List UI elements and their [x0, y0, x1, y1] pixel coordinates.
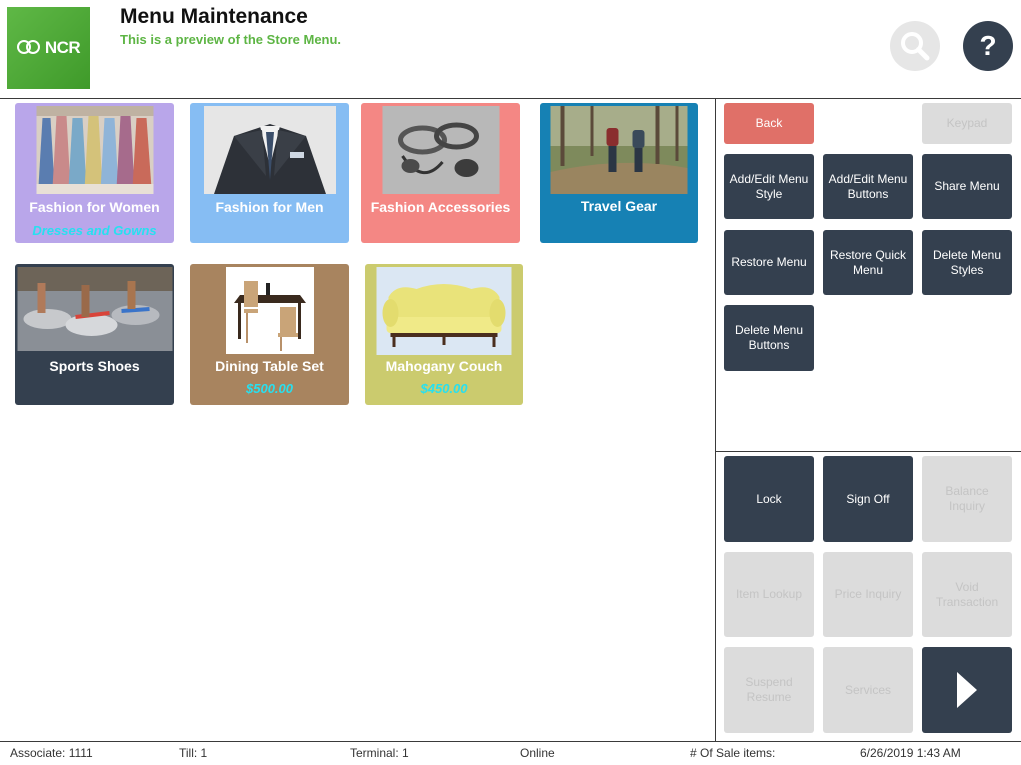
tile-label: Sports Shoes	[49, 358, 140, 374]
sign-off-button[interactable]: Sign Off	[823, 456, 913, 542]
restore-menu-button[interactable]: Restore Menu	[724, 230, 814, 295]
couch-image	[376, 267, 512, 355]
tile-travel-gear[interactable]: Travel Gear	[540, 103, 698, 243]
tile-sports-shoes[interactable]: Sports Shoes	[15, 264, 174, 405]
header: NCR Menu Maintenance This is a preview o…	[0, 0, 1021, 99]
item-lookup-button[interactable]: Item Lookup	[724, 552, 814, 637]
restore-quick-menu-button[interactable]: Restore Quick Menu	[823, 230, 913, 295]
help-button[interactable]: ?	[963, 21, 1013, 71]
ncr-rings-icon	[16, 40, 43, 56]
search-icon	[901, 32, 930, 61]
tile-price: $450.00	[420, 381, 468, 396]
share-menu-button[interactable]: Share Menu	[922, 154, 1012, 219]
suspend-resume-button[interactable]: Suspend Resume	[724, 647, 814, 733]
void-transaction-button[interactable]: Void Transaction	[922, 552, 1012, 637]
logo-text: NCR	[44, 38, 81, 57]
delete-menu-buttons-button[interactable]: Delete Menu Buttons	[724, 305, 814, 371]
page-title: Menu Maintenance	[120, 5, 308, 28]
tile-fashion-accessories[interactable]: Fashion Accessories	[361, 103, 520, 243]
search-button[interactable]	[890, 21, 940, 71]
terminal-status: Terminal: 1	[350, 746, 409, 760]
shoes-image	[17, 267, 172, 351]
dining-table-image	[225, 267, 314, 354]
add-edit-menu-style-button[interactable]: Add/Edit Menu Style	[724, 154, 814, 219]
tile-label: Fashion for Women	[29, 199, 160, 215]
hikers-image	[550, 106, 688, 194]
date-time: 6/26/2019 1:43 AM	[860, 746, 961, 760]
play-arrow-icon	[957, 672, 977, 708]
tile-subtitle: Dresses and Gowns	[32, 223, 157, 238]
jewelry-image	[382, 106, 499, 194]
tile-price: $500.00	[246, 381, 293, 396]
tile-mahogany-couch[interactable]: Mahogany Couch $450.00	[365, 264, 523, 405]
next-page-button[interactable]	[922, 647, 1012, 733]
page-subtitle: This is a preview of the Store Menu.	[120, 32, 342, 47]
tile-label: Dining Table Set	[215, 358, 324, 374]
status-divider	[0, 741, 1021, 742]
lock-button[interactable]: Lock	[724, 456, 814, 542]
price-inquiry-button[interactable]: Price Inquiry	[823, 552, 913, 637]
tile-fashion-for-women[interactable]: Fashion for Women Dresses and Gowns	[15, 103, 174, 243]
menu-preview-area: Fashion for Women Dresses and Gowns Fash…	[0, 99, 715, 741]
balance-inquiry-button[interactable]: Balance Inquiry	[922, 456, 1012, 542]
connection-status: Online	[520, 746, 555, 760]
ncr-logo: NCR	[7, 7, 90, 89]
back-button[interactable]: Back	[724, 103, 814, 144]
suit-image	[203, 106, 336, 194]
tile-label: Fashion for Men	[215, 199, 324, 215]
tile-label: Mahogany Couch	[385, 358, 503, 374]
help-icon: ?	[979, 30, 997, 61]
add-edit-menu-buttons-button[interactable]: Add/Edit Menu Buttons	[823, 154, 913, 219]
tile-dining-table-set[interactable]: Dining Table Set $500.00	[190, 264, 349, 405]
panel-divider	[716, 451, 1021, 452]
sale-items-count: # Of Sale items:	[690, 746, 776, 760]
till-status: Till: 1	[179, 746, 208, 760]
services-button[interactable]: Services	[823, 647, 913, 733]
keypad-button[interactable]: Keypad	[922, 103, 1012, 144]
delete-menu-styles-button[interactable]: Delete Menu Styles	[922, 230, 1012, 295]
vertical-divider	[715, 99, 716, 741]
tile-label: Travel Gear	[580, 198, 658, 214]
tile-fashion-for-men[interactable]: Fashion for Men	[190, 103, 349, 243]
dresses-image	[36, 106, 153, 194]
status-bar: Associate: 1111 Till: 1 Terminal: 1 Onli…	[0, 744, 1021, 764]
associate-status: Associate: 1111	[10, 746, 93, 760]
tile-label: Fashion Accessories	[370, 199, 511, 215]
